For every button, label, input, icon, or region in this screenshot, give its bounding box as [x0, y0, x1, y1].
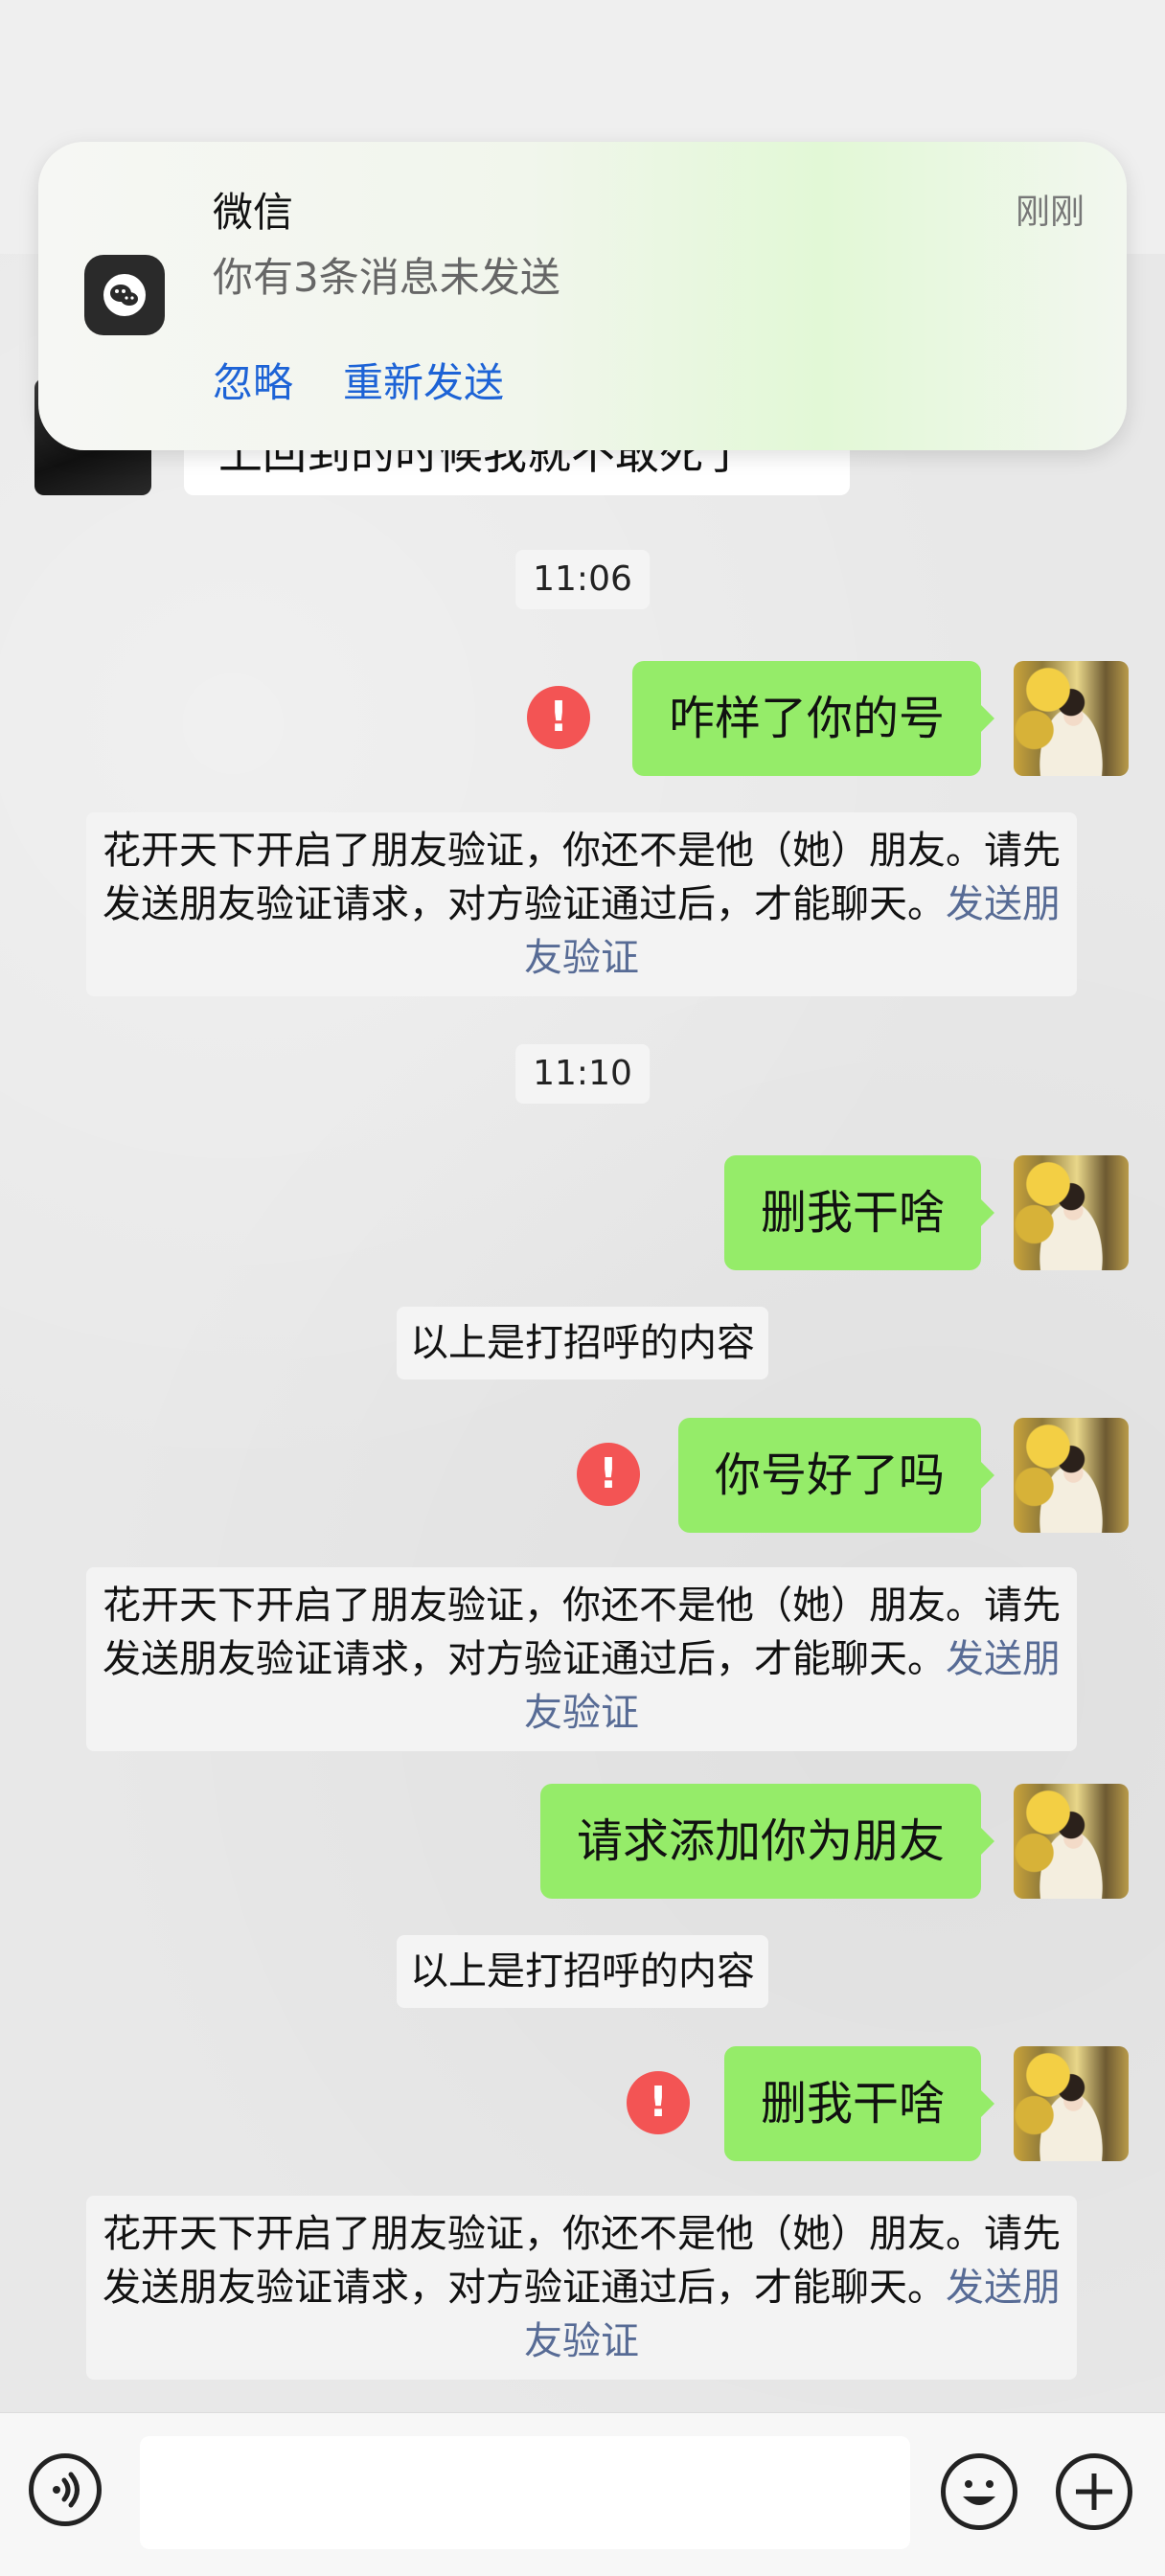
timestamp: 11:10: [515, 1044, 650, 1104]
friend-verification-notice: 花开天下开启了朋友验证，你还不是他（她）朋友。请先发送朋友验证请求，对方验证通过…: [86, 812, 1077, 996]
send-failed-icon[interactable]: !: [527, 686, 590, 749]
emoji-icon[interactable]: [941, 2453, 1017, 2530]
notification-message: 你有3条消息未发送: [213, 254, 560, 301]
greeting-notice: 以上是打招呼的内容: [397, 1307, 768, 1379]
outgoing-message-bubble[interactable]: 咋样了你的号: [631, 661, 995, 776]
send-failed-icon[interactable]: !: [627, 2071, 690, 2134]
plus-icon[interactable]: [1056, 2453, 1132, 2530]
outgoing-message-bubble[interactable]: 删我干啥: [723, 1155, 995, 1270]
my-avatar[interactable]: [1014, 661, 1129, 776]
outgoing-message-bubble[interactable]: 请求添加你为朋友: [539, 1784, 995, 1899]
notification-banner[interactable]: 微信 刚刚 你有3条消息未发送 忽略 重新发送: [38, 142, 1127, 450]
emoji-glyph: [963, 2480, 995, 2505]
friend-verification-notice: 花开天下开启了朋友验证，你还不是他（她）朋友。请先发送朋友验证请求，对方验证通过…: [86, 2196, 1077, 2380]
ignore-button[interactable]: 忽略: [213, 351, 293, 409]
friend-verification-notice: 花开天下开启了朋友验证，你还不是他（她）朋友。请先发送朋友验证请求，对方验证通过…: [86, 1567, 1077, 1751]
send-failed-icon[interactable]: !: [577, 1443, 640, 1506]
my-avatar[interactable]: [1014, 1784, 1129, 1899]
wechat-glyph: [103, 274, 146, 316]
wechat-icon: [84, 255, 165, 335]
notice-text: 花开天下开启了朋友验证，你还不是他（她）朋友。请先发送朋友验证请求，对方验证通过…: [103, 829, 1061, 926]
notice-text: 花开天下开启了朋友验证，你还不是他（她）朋友。请先发送朋友验证请求，对方验证通过…: [103, 2212, 1061, 2310]
voice-glyph: [53, 2472, 80, 2508]
notification-app-name: 微信: [213, 189, 294, 236]
outgoing-message-bubble[interactable]: 删我干啥: [723, 2046, 995, 2161]
greeting-notice: 以上是打招呼的内容: [397, 1935, 768, 2008]
voice-icon[interactable]: [29, 2453, 102, 2526]
timestamp: 11:06: [515, 550, 650, 609]
plus-glyph: [1076, 2473, 1112, 2510]
message-input[interactable]: [140, 2436, 910, 2549]
my-avatar[interactable]: [1014, 1418, 1129, 1533]
outgoing-message-bubble[interactable]: 你号好了吗: [677, 1418, 995, 1533]
my-avatar[interactable]: [1014, 1155, 1129, 1270]
notification-time: 刚刚: [1015, 193, 1085, 232]
input-bar: [0, 2412, 1165, 2576]
my-avatar[interactable]: [1014, 2046, 1129, 2161]
resend-button[interactable]: 重新发送: [343, 351, 504, 409]
notice-text: 花开天下开启了朋友验证，你还不是他（她）朋友。请先发送朋友验证请求，对方验证通过…: [103, 1584, 1061, 1681]
